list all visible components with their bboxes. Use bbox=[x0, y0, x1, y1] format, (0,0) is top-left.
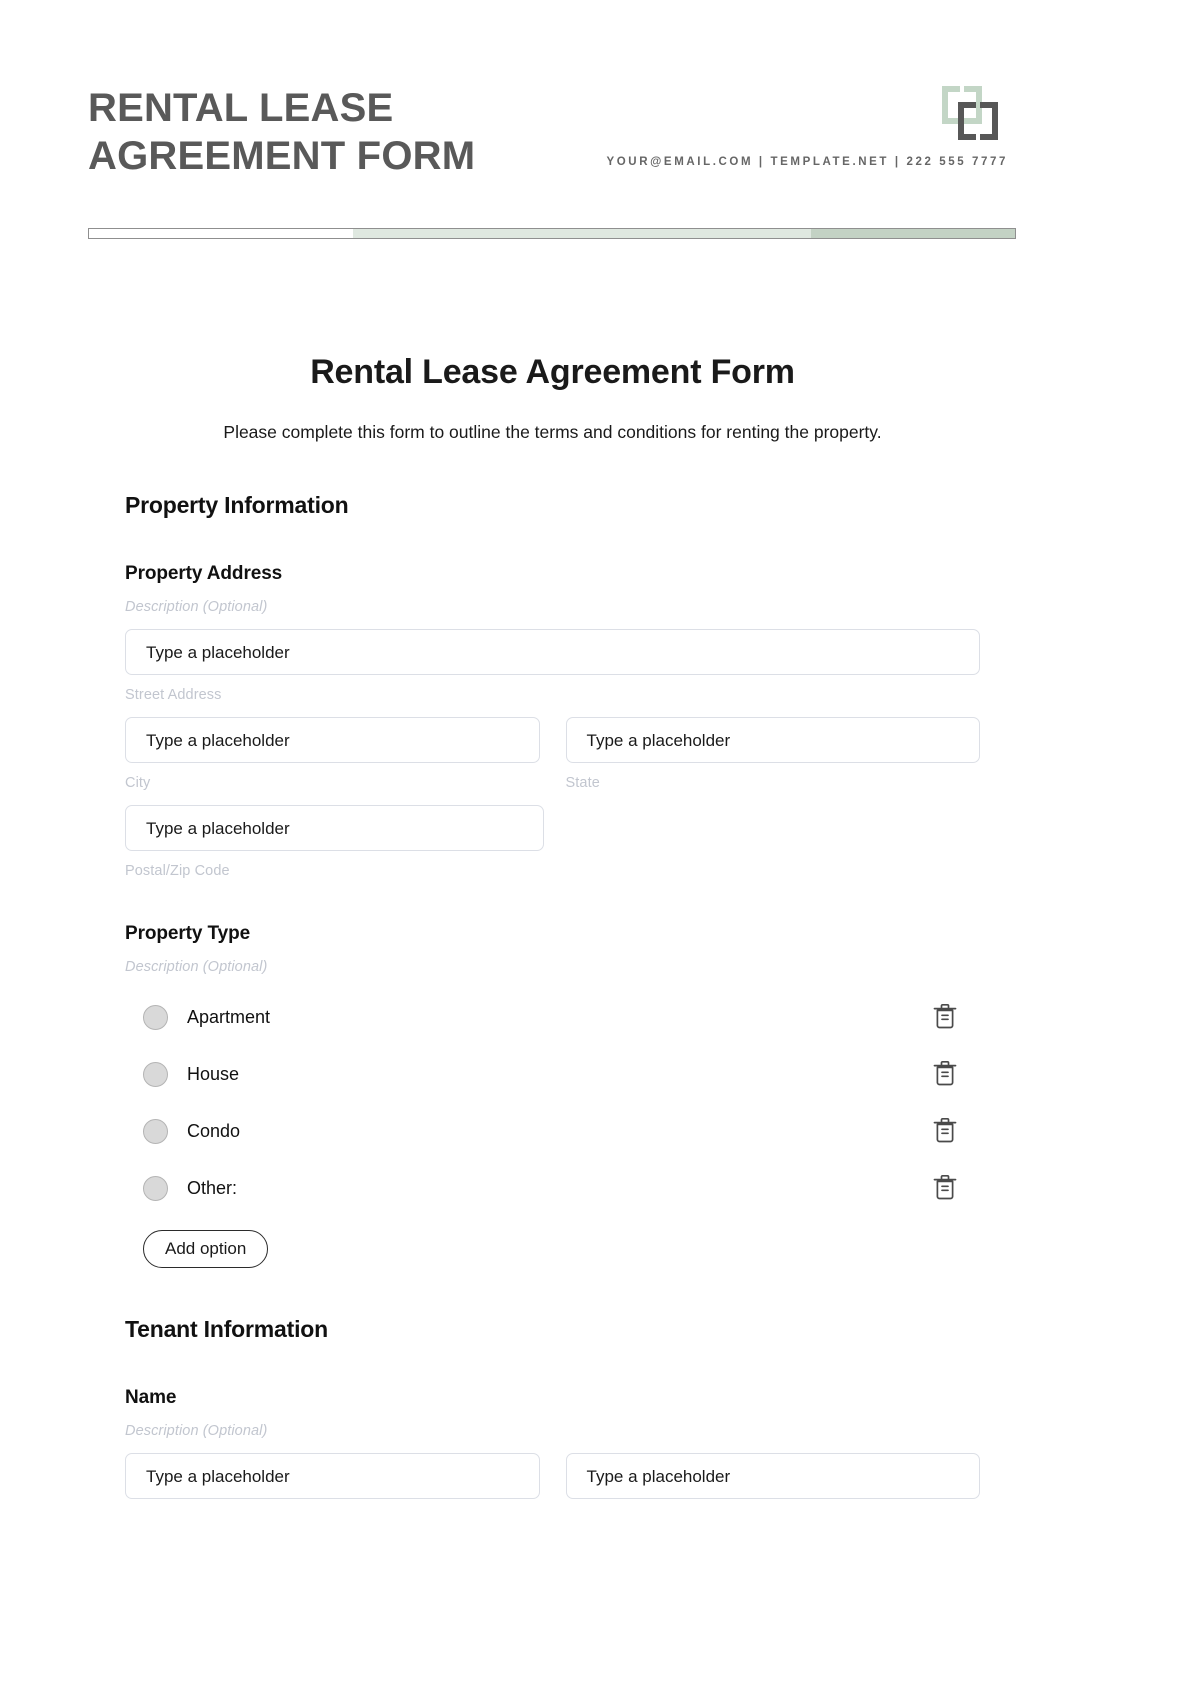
form-body: Rental Lease Agreement Form Please compl… bbox=[125, 350, 980, 1499]
sub-label-postal-zip-code: Postal/Zip Code bbox=[125, 863, 230, 879]
bracket-logo-icon bbox=[940, 84, 1002, 142]
input-cell: Type a placeholder Street Address bbox=[125, 629, 980, 703]
sub-label-city: City bbox=[125, 775, 151, 791]
field-property-type: Property Type Description (Optional) Apa… bbox=[125, 923, 980, 1268]
divider-segment-1 bbox=[89, 229, 353, 238]
field-description: Description (Optional) bbox=[125, 1423, 268, 1439]
section-heading-tenant-information: Tenant Information bbox=[125, 1316, 328, 1342]
input-row: Type a placeholder Street Address bbox=[125, 629, 980, 703]
trash-icon[interactable] bbox=[932, 1174, 958, 1202]
input-cell: Type a placeholder City bbox=[125, 717, 540, 791]
field-description: Description (Optional) bbox=[125, 959, 268, 975]
state-input[interactable]: Type a placeholder bbox=[565, 717, 980, 763]
add-option-button[interactable]: Add option bbox=[143, 1230, 269, 1268]
option-row-condo[interactable]: Condo bbox=[125, 1111, 980, 1151]
radio-button[interactable] bbox=[143, 1004, 168, 1030]
input-row: Type a placeholder City Type a placehold… bbox=[125, 717, 980, 791]
field-label: Property Type bbox=[125, 923, 251, 944]
option-label: Condo bbox=[187, 1120, 241, 1141]
field-name: Name Description (Optional) Type a place… bbox=[125, 1387, 980, 1499]
radio-button[interactable] bbox=[143, 1061, 168, 1087]
letterhead-title: RENTAL LEASE AGREEMENT FORM bbox=[88, 86, 476, 178]
city-input[interactable]: Type a placeholder bbox=[125, 717, 540, 763]
letterhead-divider-bar bbox=[88, 228, 1016, 239]
input-row: Type a placeholder Postal/Zip Code bbox=[125, 805, 980, 879]
field-description: Description (Optional) bbox=[125, 599, 268, 615]
letterhead-contact: YOUR@EMAIL.COM | TEMPLATE.NET | 222 555 … bbox=[606, 156, 1008, 168]
section-heading-property-information: Property Information bbox=[125, 492, 349, 518]
option-label: House bbox=[187, 1063, 240, 1084]
last-name-input[interactable]: Type a placeholder bbox=[565, 1453, 980, 1499]
field-label: Name bbox=[125, 1387, 177, 1408]
page-root: RENTAL LEASE AGREEMENT FORM YOUR@EMAIL.C… bbox=[0, 0, 1200, 1701]
input-cell: Type a placeholder bbox=[125, 1453, 540, 1499]
field-label: Property Address bbox=[125, 563, 283, 584]
option-row-other[interactable]: Other: bbox=[125, 1168, 980, 1208]
input-cell: Type a placeholder State bbox=[565, 717, 980, 791]
input-cell: Type a placeholder bbox=[565, 1453, 980, 1499]
option-row-house[interactable]: House bbox=[125, 1054, 980, 1094]
sub-label-state: State bbox=[565, 775, 600, 791]
form-title: Rental Lease Agreement Form bbox=[310, 353, 795, 391]
field-property-address: Property Address Description (Optional) … bbox=[125, 563, 980, 879]
radio-button[interactable] bbox=[143, 1175, 168, 1201]
option-label: Apartment bbox=[187, 1006, 271, 1027]
input-cell: Type a placeholder Postal/Zip Code bbox=[125, 805, 544, 879]
trash-icon[interactable] bbox=[932, 1003, 958, 1031]
postal-zip-code-input[interactable]: Type a placeholder bbox=[125, 805, 544, 851]
divider-segment-2 bbox=[352, 229, 812, 238]
street-address-input[interactable]: Type a placeholder bbox=[125, 629, 980, 675]
option-row-apartment[interactable]: Apartment bbox=[125, 997, 980, 1037]
form-subtitle: Please complete this form to outline the… bbox=[223, 422, 882, 442]
letterhead: RENTAL LEASE AGREEMENT FORM YOUR@EMAIL.C… bbox=[88, 70, 1016, 240]
first-name-input[interactable]: Type a placeholder bbox=[125, 1453, 540, 1499]
trash-icon[interactable] bbox=[932, 1060, 958, 1088]
divider-segment-3 bbox=[811, 229, 1015, 238]
radio-button[interactable] bbox=[143, 1118, 168, 1144]
option-label: Other: bbox=[187, 1177, 238, 1198]
trash-icon[interactable] bbox=[932, 1117, 958, 1145]
property-type-option-list: Apartment House Condo Other: Add option bbox=[125, 997, 980, 1268]
sub-label-street-address: Street Address bbox=[125, 687, 222, 703]
input-row: Type a placeholder Type a placeholder bbox=[125, 1453, 980, 1499]
